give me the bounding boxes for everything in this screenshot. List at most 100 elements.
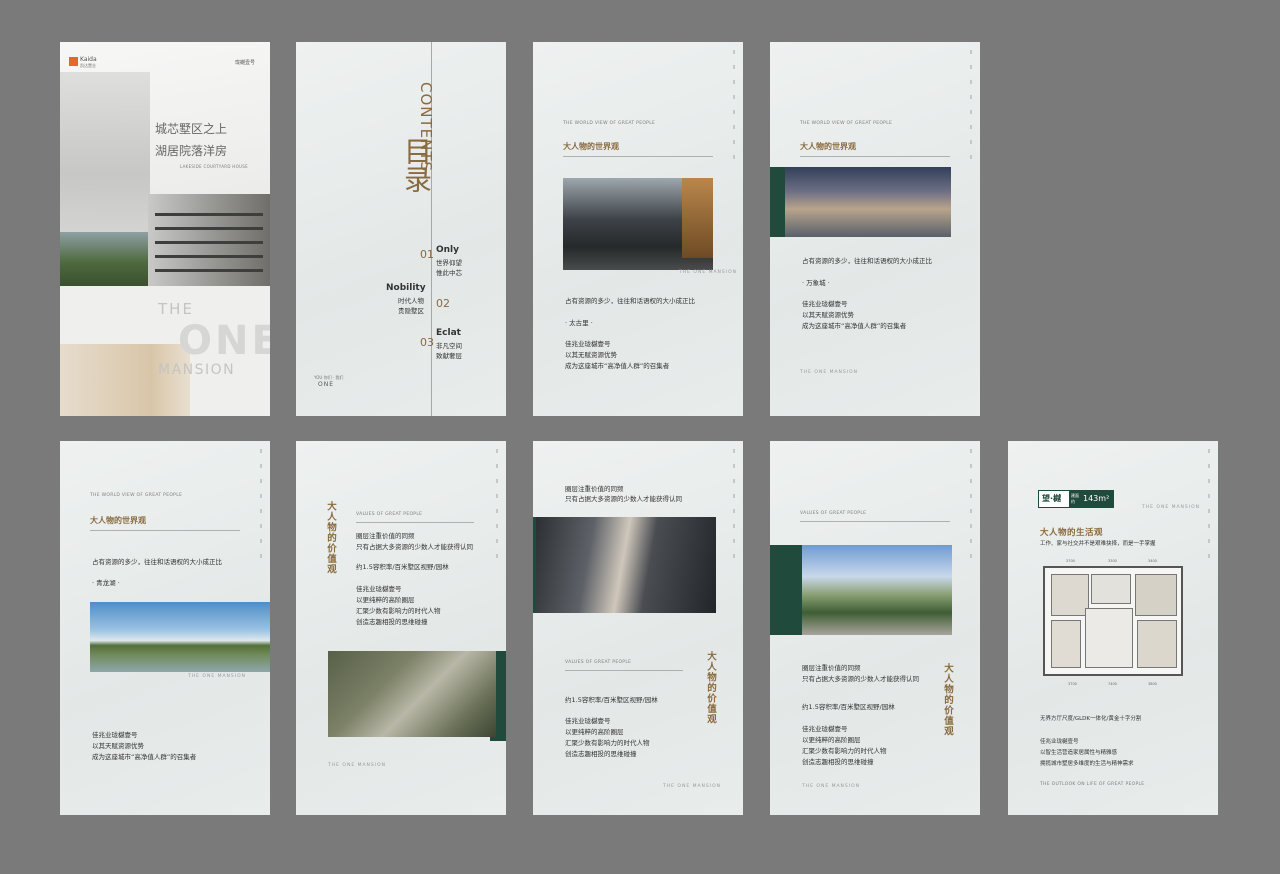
footer-caption: THE ONE MANSION	[328, 763, 387, 768]
floor-plan-room	[1051, 574, 1089, 616]
p8-l2: 只有占据大多资源的少数人才能获得认同	[802, 675, 919, 683]
p8-l6: 汇聚少数有影响力的时代人物	[802, 747, 887, 755]
p5-line1: 占有资源的多少，往往和话语权的大小成正比	[92, 558, 222, 566]
unit-badge-name: 望·樾	[1042, 494, 1062, 503]
page-index-dots	[970, 50, 972, 168]
section-title: 大人物的世界观	[563, 142, 619, 151]
p6-l7: 创造志趣相投的思维碰撞	[356, 618, 428, 626]
p7-l7: 创造志趣相投的思维碰撞	[565, 750, 637, 758]
values-card-1[interactable]: 大人物的价值观 VALUES OF GREAT PEOPLE 圈层注重价值的同频…	[296, 441, 506, 815]
p6-l3: 约1.5容积率/百米墅区视野/园林	[356, 563, 449, 571]
lake-photo	[90, 602, 270, 672]
dim-bottom-3: 3800	[1148, 682, 1157, 686]
section-title: 大人物的世界观	[90, 516, 146, 525]
cover-building-windows	[155, 202, 263, 282]
cover-gold-block	[60, 344, 190, 416]
page-index-dots	[733, 449, 735, 567]
floor-plan-room	[1091, 574, 1131, 604]
cover-garden-photo	[60, 232, 155, 287]
p4-line1: 占有资源的多少，往往和话语权的大小成正比	[802, 257, 932, 265]
party-photo	[536, 517, 716, 613]
section-label-en: VALUES OF GREAT PEOPLE	[356, 512, 423, 517]
cover-brand-cn: 凯达置业	[80, 63, 96, 68]
p6-l6: 汇聚少数有影响力的时代人物	[356, 607, 441, 615]
toc-item2-cn2: 贵隐墅区	[398, 307, 424, 315]
p9-f3: 以智生活营造家居属性与精雅感	[1040, 750, 1118, 756]
floor-plan-room	[1051, 620, 1081, 668]
toc-item1-word[interactable]: Only	[436, 245, 459, 256]
life-caption-en: THE OUTLOOK ON LIFE OF GREAT PEOPLE	[1040, 782, 1145, 787]
cover-card[interactable]: Kaida 凯达置业 珑樾壹号 城芯墅区之上 湖居院落洋房 LAKESIDE C…	[60, 42, 270, 416]
floor-plan	[1043, 566, 1183, 676]
unit-area: 143m²	[1083, 494, 1110, 503]
photo-caption: THE ONE MANSION	[188, 674, 247, 679]
floor-plan-room	[1085, 608, 1133, 668]
toc-item1-cn1: 世界仰望	[436, 259, 462, 267]
values-vertical-title: 大人物的价值观	[942, 663, 953, 737]
cover-mansion-text: MANSION	[158, 362, 236, 378]
toc-item1-cn2: 惟此中芯	[436, 269, 462, 277]
p5-b2: 以其天赋资源优势	[92, 742, 144, 750]
toc-item2-word[interactable]: Nobility	[386, 283, 426, 294]
cover-subtitle: LAKESIDE COURTYARD HOUSE	[180, 164, 248, 169]
label-underline	[800, 521, 950, 522]
p3-tag: · 太古里 ·	[565, 319, 593, 327]
unit-badge-tag2: 约	[1071, 499, 1075, 504]
p6-l4: 佳兆业珑樾壹号	[356, 585, 402, 593]
p9-f1: 无界方厅尺度/GLDK一体化/黄金十字分割	[1040, 716, 1142, 722]
life-subtitle: 工作、家与社交并不是艰难抉择，而是一手掌握	[1040, 541, 1156, 547]
footer-caption: THE ONE MANSION	[802, 784, 861, 789]
p8-l3: 约1.5容积率/百米墅区视野/园林	[802, 703, 895, 711]
cover-brand-logo	[69, 57, 78, 66]
dim-top-3: 3400	[1148, 559, 1157, 563]
toc-item2-cn1: 时代人物	[398, 297, 424, 305]
p8-l5: 以更纯粹的高阶圈层	[802, 736, 861, 744]
cover-artist-photo	[60, 72, 150, 242]
footer-caption: THE ONE MANSION	[800, 370, 859, 375]
p8-l7: 创造志趣相投的思维碰撞	[802, 758, 874, 766]
photo-caption: THE ONE MANSION	[679, 270, 738, 275]
dim-bottom-2: 7400	[1108, 682, 1117, 686]
toc-card[interactable]: CONTENTS 目录 01 Only 世界仰望 惟此中芯 Nobility 时…	[296, 42, 506, 416]
page-index-dots	[733, 50, 735, 168]
unit-badge[interactable]: 望·樾 建面 约 143m²	[1038, 490, 1114, 508]
aerial-photo	[328, 651, 496, 737]
page-index-dots	[496, 449, 498, 567]
green-accent-bar	[770, 545, 804, 635]
values-card-2[interactable]: 圈层注重价值的同频 只有占据大多资源的少数人才能获得认同 VALUES OF G…	[533, 441, 743, 815]
p7-l3: 约1.5容积率/百米墅区视野/园林	[565, 696, 658, 704]
section-label-en: VALUES OF GREAT PEOPLE	[565, 660, 632, 665]
toc-item3-word[interactable]: Eclat	[436, 328, 461, 339]
p6-l1: 圈层注重价值的同频	[356, 532, 415, 540]
p5-tag: · 青龙湖 ·	[92, 579, 120, 587]
p6-l5: 以更纯粹的高阶圈层	[356, 596, 415, 604]
worldview-card-3[interactable]: THE WORLD VIEW OF GREAT PEOPLE 大人物的世界观 占…	[60, 441, 270, 815]
p3-b1: 佳兆业珑樾壹号	[565, 340, 611, 348]
title-underline	[800, 156, 950, 157]
p4-b3: 成为这座城市“高净值人群”的召集者	[802, 322, 907, 330]
floor-plan-room	[1135, 574, 1177, 616]
section-label-en: THE WORLD VIEW OF GREAT PEOPLE	[90, 493, 183, 498]
p9-f2: 佳兆业珑樾壹号	[1040, 739, 1079, 745]
p5-b3: 成为这座城市“高净值人群”的召集者	[92, 753, 197, 761]
section-title: 大人物的世界观	[800, 142, 856, 151]
floorplan-card[interactable]: 望·樾 建面 约 143m² THE ONE MANSION 大人物的生活观 工…	[1008, 441, 1218, 815]
page-index-dots	[970, 449, 972, 567]
dim-top-2: 3300	[1108, 559, 1117, 563]
toc-item3-no: 03	[420, 336, 434, 349]
p3-line1: 占有资源的多少，往往和话语权的大小成正比	[565, 297, 695, 305]
p7-l1: 圈层注重价值的同频	[565, 485, 624, 493]
p7-l5: 以更纯粹的高阶圈层	[565, 728, 624, 736]
floor-plan-room	[1137, 620, 1177, 668]
footer-caption: THE ONE MANSION	[663, 784, 722, 789]
values-card-3[interactable]: VALUES OF GREAT PEOPLE 大人物的价值观 圈层注重价值的同频…	[770, 441, 980, 815]
p3-b3: 成为这座城市“高净值人群”的召集者	[565, 362, 670, 370]
p7-l4: 佳兆业珑樾壹号	[565, 717, 611, 725]
cover-title-line2: 湖居院落洋房	[155, 144, 228, 158]
p5-b1: 佳兆业珑樾壹号	[92, 731, 138, 739]
toc-footer-one: ONE	[318, 381, 335, 388]
p3-b2: 以其无赋资源优势	[565, 351, 617, 359]
toc-item3-cn1: 非凡空间	[436, 342, 462, 350]
worldview-card-2[interactable]: THE WORLD VIEW OF GREAT PEOPLE 大人物的世界观 占…	[770, 42, 980, 416]
worldview-card-1[interactable]: THE WORLD VIEW OF GREAT PEOPLE 大人物的世界观 T…	[533, 42, 743, 416]
